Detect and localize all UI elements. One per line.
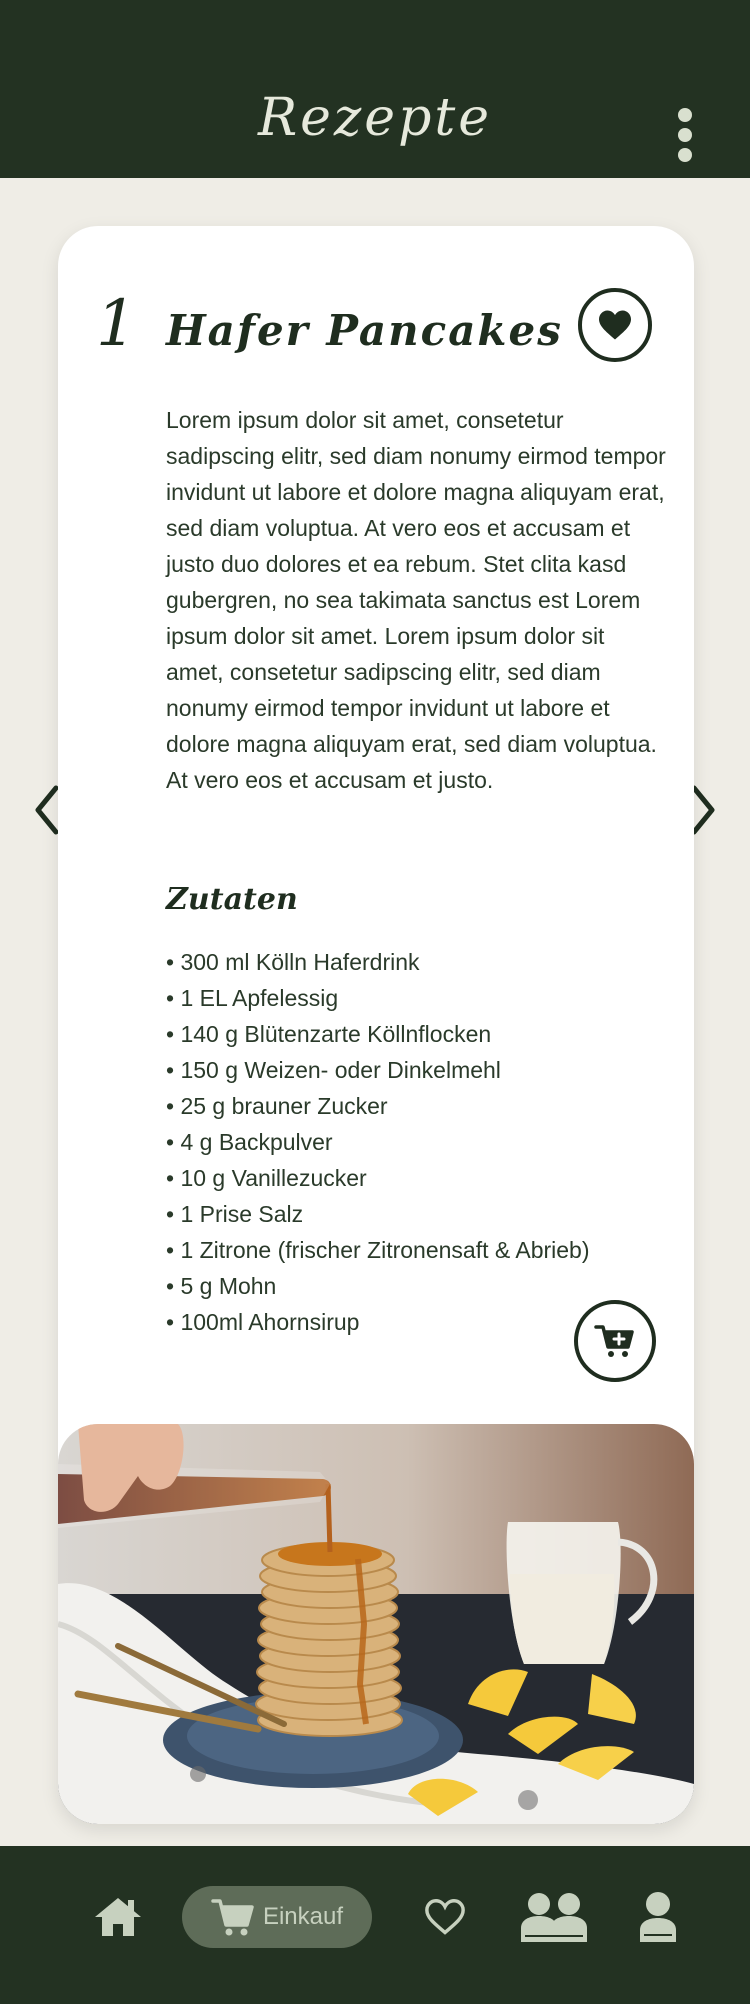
- recipe-title: Hafer Pancakes: [166, 306, 563, 355]
- cart-plus-icon: [594, 1325, 634, 1357]
- ingredient-item: 1 EL Apfelessig: [166, 980, 646, 1016]
- recipe-photo: [58, 1424, 694, 1824]
- ingredient-item: 1 Prise Salz: [166, 1196, 646, 1232]
- ingredient-item: 4 g Backpulver: [166, 1124, 646, 1160]
- nav-favorites[interactable]: [418, 1886, 472, 1948]
- favorite-button[interactable]: [578, 288, 652, 362]
- ingredient-item: 10 g Vanillezucker: [166, 1160, 646, 1196]
- nav-home[interactable]: [88, 1886, 148, 1948]
- add-to-cart-button[interactable]: [574, 1300, 656, 1382]
- ingredients-heading: Zutaten: [166, 882, 298, 917]
- heart-icon: [599, 310, 631, 340]
- ingredient-item: 300 ml Kölln Haferdrink: [166, 944, 646, 980]
- cart-icon: [211, 1899, 254, 1936]
- nav-profile[interactable]: [632, 1886, 684, 1948]
- ingredient-item: 5 g Mohn: [166, 1268, 646, 1304]
- ingredient-item: 25 g brauner Zucker: [166, 1088, 646, 1124]
- nav-shopping[interactable]: Einkauf: [182, 1886, 372, 1948]
- recipe-card: 1 Hafer Pancakes Lorem ipsum dolor sit a…: [58, 226, 694, 1824]
- ingredient-item: 150 g Weizen- oder Dinkelmehl: [166, 1052, 646, 1088]
- ingredient-item: 140 g Blütenzarte Köllnflocken: [166, 1016, 646, 1052]
- top-app-bar: Rezepte: [0, 0, 750, 178]
- more-vertical-icon[interactable]: [670, 108, 700, 162]
- recipe-description: Lorem ipsum dolor sit amet, consetetur s…: [166, 407, 666, 793]
- nav-shopping-label: Einkauf: [262, 1903, 344, 1930]
- home-icon: [95, 1898, 141, 1936]
- users-icon: [521, 1893, 587, 1942]
- ingredient-item: 1 Zitrone (frischer Zitronensaft & Abrie…: [166, 1232, 646, 1268]
- app-title: Rezepte: [257, 88, 493, 148]
- ingredients-list: 300 ml Kölln Haferdrink 1 EL Apfelessig …: [166, 944, 646, 1340]
- bottom-navigation: Einkauf: [0, 1846, 750, 2004]
- heart-outline-icon: [425, 1899, 465, 1935]
- nav-community[interactable]: [518, 1886, 590, 1948]
- recipe-number: 1: [96, 287, 137, 361]
- user-icon: [640, 1892, 676, 1942]
